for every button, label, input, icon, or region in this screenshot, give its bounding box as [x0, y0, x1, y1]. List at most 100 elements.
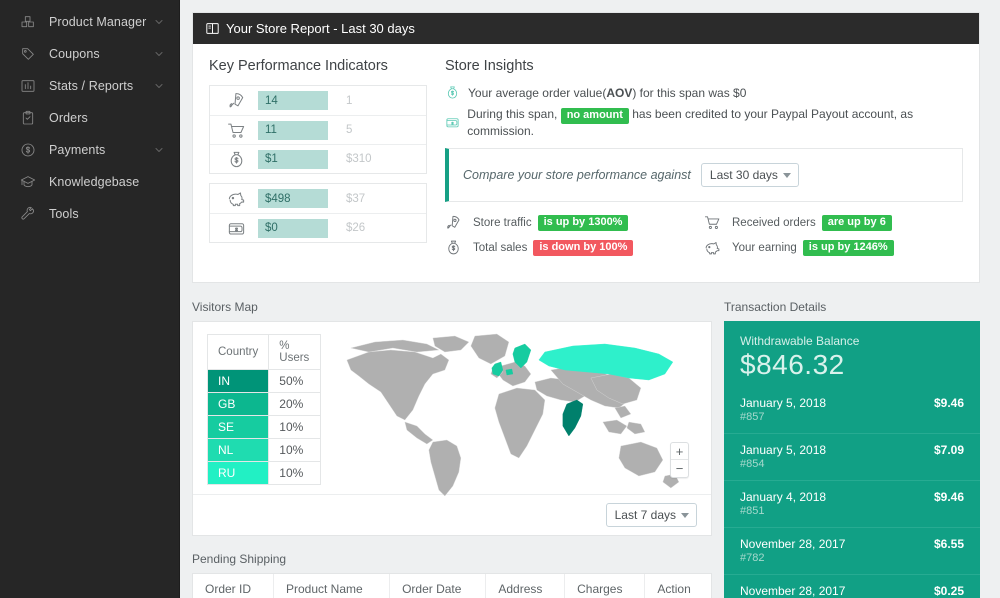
status-badge: are up by 6 [821, 214, 892, 231]
boxes-icon [18, 13, 38, 31]
pending-shipping-title: Pending Shipping [192, 552, 287, 566]
transaction-row[interactable]: January 5, 2018 #854 $7.09 [724, 433, 980, 480]
status-badge: is down by 100% [533, 239, 634, 256]
visitors-map-section: Visitors Map Country% Users IN 50% GB 20% SE… [192, 300, 724, 598]
country-code: NL [206, 438, 270, 462]
country-percent: 10% [268, 415, 322, 439]
table-header-row: Country% Users [206, 334, 322, 370]
tag-icon [18, 45, 38, 63]
sidebar-item-coupons[interactable]: Coupons [0, 38, 179, 70]
pending-shipping-card: Order ID Product Name Order Date Address Cha… [192, 573, 712, 598]
sidebar-item-product-manager[interactable]: Product Manager [0, 6, 179, 38]
chevron-down-icon[interactable] [153, 16, 165, 28]
map-country-in [562, 399, 584, 437]
kpi-value: $498 [258, 189, 328, 208]
country-percent: 20% [268, 392, 322, 416]
kpi-groups: 14 1 11 5 $1 $310 $498 $37 $0 $26 [209, 85, 427, 243]
metric-label: Received orders [732, 216, 816, 229]
kpi-compare-value: $26 [346, 222, 366, 234]
transaction-id: #854 [740, 458, 765, 470]
lower-section: Visitors Map Country% Users IN 50% GB 20% SE… [192, 300, 980, 598]
comparison-metrics: Store traffic is up by 1300% Total sales is… [445, 214, 963, 264]
rocket-icon [214, 91, 258, 110]
map-zoom-in-button[interactable]: + [671, 443, 688, 460]
comparison-metric: Store traffic is up by 1300% [445, 214, 704, 231]
report-body: Key Performance Indicators 14 1 11 5 $1 $310 $… [193, 44, 979, 282]
piggy-bank-icon [704, 239, 728, 256]
table-row: GB 20% [206, 392, 322, 416]
pending-shipping-table: Order ID Product Name Order Date Address Cha… [193, 574, 711, 598]
table-row: SE 10% [206, 415, 322, 439]
kpi-compare-value: $37 [346, 192, 366, 205]
transaction-date: January 5, 2018 [740, 443, 827, 457]
kpi-value: $1 [258, 149, 328, 169]
transaction-row[interactable]: November 28, 2017#781$0.25 [724, 574, 980, 598]
kpi-row: $0 $26 [210, 213, 426, 242]
transaction-amount: $9.46 [933, 396, 964, 410]
transaction-id: #782 [740, 552, 765, 564]
transaction-card: Withdrawable Balance $846.32 January 5, … [724, 321, 980, 598]
insights-column: Store Insights Your average order value(… [427, 58, 963, 264]
transaction-row[interactable]: January 4, 2018 #851 $9.46 [724, 480, 980, 527]
commission-text: During this span, no amount has been cre… [467, 107, 914, 138]
transaction-amount: $9.46 [933, 490, 964, 504]
report-header: Your Store Report - Last 30 days [193, 13, 979, 44]
aov-line: Your average order value(AOV) for this s… [445, 85, 963, 100]
sidebar-item-label: Product Manager [49, 15, 147, 29]
transaction-date: November 28, 2017 [740, 537, 846, 551]
transaction-date: January 4, 2018 [740, 490, 827, 504]
chevron-down-icon[interactable] [153, 144, 165, 156]
map-footer: Last 7 days [193, 494, 711, 535]
piggy-bank-icon [214, 189, 258, 208]
status-badge: is up by 1246% [802, 239, 894, 256]
world-map[interactable]: + − [321, 333, 697, 497]
insights-title: Store Insights [445, 58, 534, 74]
country-code: GB [206, 392, 270, 416]
comparison-metric: Received orders are up by 6 [704, 214, 963, 231]
transaction-row[interactable]: November 28, 2017 #782 $6.55 [724, 527, 980, 574]
metric-label: Your earning [732, 241, 797, 254]
map-range-select[interactable]: Last 7 days [605, 503, 697, 527]
column-header: % Users [268, 334, 322, 370]
wallet-icon [214, 219, 258, 238]
country-code: IN [206, 369, 270, 393]
sidebar-item-stats-reports[interactable]: Stats / Reports [0, 70, 179, 102]
chevron-down-icon[interactable] [153, 80, 165, 92]
kpi-row: $498 $37 [210, 184, 426, 213]
rocket-icon [445, 214, 469, 231]
map-zoom-out-button[interactable]: − [671, 460, 688, 477]
comparison-column-right: Received orders are up by 6 Your earning is… [704, 214, 963, 264]
compare-range-select[interactable]: Last 30 days [700, 163, 799, 187]
balance-amount: $846.32 [740, 349, 845, 380]
cart-icon [214, 121, 258, 140]
table-row: RU 10% [206, 461, 322, 485]
transaction-details-title: Transaction Details [724, 300, 827, 314]
transaction-amount: $0.25 [933, 584, 964, 598]
compare-label: Compare your store performance against [463, 168, 691, 182]
chevron-down-icon[interactable] [153, 48, 165, 60]
sidebar-item-knowledgebase[interactable]: Knowledgebase [0, 166, 179, 198]
country-percent: 50% [268, 369, 322, 393]
visitors-map-title: Visitors Map [192, 300, 258, 314]
kpi-value: 11 [258, 120, 328, 140]
sidebar-item-tools[interactable]: Tools [0, 198, 179, 230]
wallet-icon [445, 115, 462, 130]
map-zoom-controls[interactable]: + − [670, 442, 689, 478]
no-amount-badge: no amount [560, 108, 629, 124]
table-body: IN 50% GB 20% SE 10% NL 10% RU 10% [206, 369, 322, 485]
kpi-title: Key Performance Indicators [209, 58, 388, 74]
sidebar-item-orders[interactable]: Orders [0, 102, 179, 134]
kpi-compare-value: 5 [346, 124, 353, 136]
comparison-column-left: Store traffic is up by 1300% Total sales is… [445, 214, 704, 264]
clipboard-icon [18, 109, 38, 127]
balance-label: Withdrawable Balance [740, 334, 860, 348]
sidebar-item-label: Payments [49, 143, 106, 157]
sidebar-item-payments[interactable]: Payments [0, 134, 179, 166]
transaction-rows: January 5, 2018 #857 $9.46 January 5, 2018 #… [724, 392, 980, 598]
country-percent: 10% [268, 461, 322, 485]
kpi-group: 14 1 11 5 $1 $310 [209, 85, 427, 174]
kpi-value: 14 [258, 91, 328, 110]
transaction-row[interactable]: January 5, 2018 #857 $9.46 [724, 392, 980, 433]
kpi-compare-value: $310 [346, 153, 372, 165]
transaction-id: #857 [740, 411, 765, 423]
